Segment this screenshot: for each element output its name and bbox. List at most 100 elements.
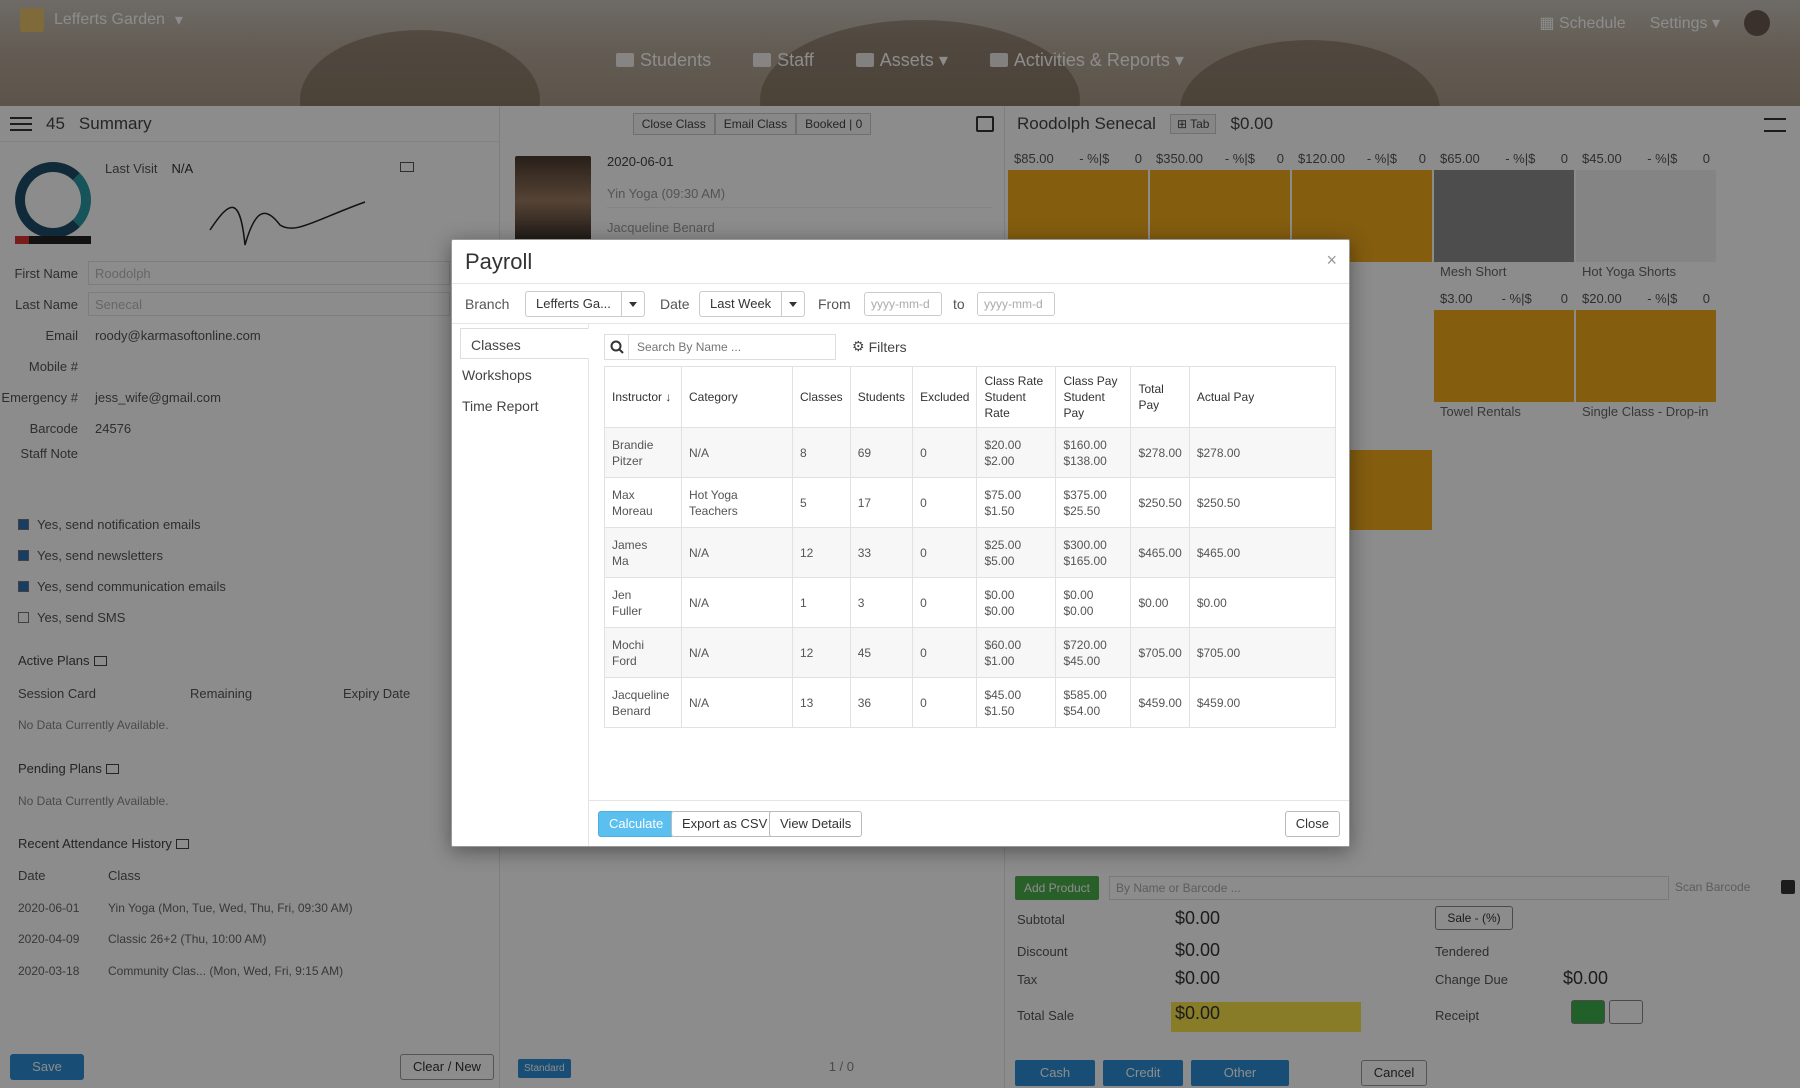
pay-cell: $375.00 $25.50 [1055, 477, 1132, 528]
branch-label: Branch [465, 296, 510, 312]
instructor-last: Moreau [612, 503, 653, 518]
pay-cell: $160.00 $138.00 [1055, 427, 1132, 478]
tab-classes[interactable]: Classes [460, 328, 589, 359]
instructor-cell: Brandie Pitzer [604, 427, 682, 478]
date-range-select[interactable]: Last Week [699, 291, 806, 317]
student-pay: $138.00 [1063, 453, 1107, 468]
excluded-cell: 0 [912, 577, 978, 628]
instructor-cell: Max Moreau [604, 477, 682, 528]
caret-down-icon [622, 292, 644, 316]
class-pay: $160.00 [1063, 437, 1107, 452]
excluded-cell: 0 [912, 477, 978, 528]
table-header-row: Instructor ↓ Category Classes Students E… [604, 366, 1337, 428]
students-cell: 17 [849, 477, 914, 528]
class-rate: $0.00 [984, 587, 1015, 602]
student-rate: $5.00 [984, 553, 1015, 568]
instructor-first: James [612, 537, 648, 552]
instructor-last: Fuller [612, 603, 643, 618]
actual-pay-cell: $705.00 [1188, 627, 1337, 678]
table-row[interactable]: Brandie Pitzer N/A 8 69 0 $20.00 $2.00 $16… [604, 427, 1337, 478]
student-rate: $0.00 [984, 603, 1015, 618]
excluded-cell: 0 [912, 627, 978, 678]
instructor-cell: Jacqueline Benard [604, 677, 682, 728]
payroll-modal: Payroll × Branch Lefferts Ga... Date Las… [451, 239, 1350, 847]
class-rate: $60.00 [984, 637, 1022, 652]
student-pay: $0.00 [1063, 603, 1094, 618]
view-details-button[interactable]: View Details [769, 811, 863, 837]
caret-down-icon [782, 292, 804, 316]
classes-cell: 8 [792, 427, 851, 478]
close-icon[interactable]: × [1326, 250, 1337, 271]
col-students[interactable]: Students [849, 366, 914, 428]
actual-pay-cell: $278.00 [1188, 427, 1337, 478]
classes-cell: 12 [792, 527, 851, 578]
col-class-pay[interactable]: Class Pay Student Pay [1055, 366, 1132, 428]
payroll-content: ⚙ Filters Instructor ↓ Category Classes … [589, 324, 1349, 846]
instructor-last: Pitzer [612, 453, 643, 468]
branch-select[interactable]: Lefferts Ga... [525, 291, 645, 317]
payroll-tabs: Classes Workshops Time Report [452, 324, 589, 846]
export-csv-button[interactable]: Export as CSV [671, 811, 779, 837]
category-cell: N/A [681, 627, 793, 678]
class-pay: $0.00 [1063, 587, 1094, 602]
total-pay-cell: $0.00 [1130, 577, 1190, 628]
students-cell: 3 [849, 577, 914, 628]
pay-cell: $720.00 $45.00 [1055, 627, 1132, 678]
table-row[interactable]: Jacqueline Benard N/A 13 36 0 $45.00 $1.50… [604, 677, 1337, 728]
close-button[interactable]: Close [1284, 811, 1340, 837]
student-pay: $54.00 [1063, 703, 1101, 718]
filters-label: Filters [868, 338, 907, 355]
col-classes[interactable]: Classes [792, 366, 851, 428]
table-row[interactable]: James Ma N/A 12 33 0 $25.00 $5.00 $300.00 $… [604, 527, 1337, 578]
student-rate: $2.00 [984, 453, 1015, 468]
to-label: to [953, 296, 965, 312]
instructor-first: Jen [612, 587, 632, 602]
excluded-cell: 0 [912, 677, 978, 728]
students-cell: 69 [849, 427, 914, 478]
filters-button[interactable]: ⚙ Filters [852, 338, 907, 355]
category-cell: Hot Yoga Teachers [681, 477, 793, 528]
payroll-filter-bar: Branch Lefferts Ga... Date Last Week Fro… [452, 284, 1349, 324]
col-instructor[interactable]: Instructor ↓ [604, 366, 682, 428]
class-rate: $20.00 [984, 437, 1022, 452]
modal-footer: Calculate Export as CSV View Details Clo… [589, 800, 1349, 846]
tab-workshops[interactable]: Workshops [452, 359, 588, 390]
instructor-last: Ma [612, 553, 629, 568]
instructor-cell: Mochi Ford [604, 627, 682, 678]
rate-cell: $60.00 $1.00 [976, 627, 1057, 678]
table-row[interactable]: Max Moreau Hot Yoga Teachers 5 17 0 $75.0… [604, 477, 1337, 528]
from-date-input[interactable]: yyyy-mm-d [864, 292, 942, 316]
classes-cell: 1 [792, 577, 851, 628]
table-row[interactable]: Jen Fuller N/A 1 3 0 $0.00 $0.00 $0.00 $0.0… [604, 577, 1337, 628]
actual-pay-cell: $465.00 [1188, 527, 1337, 578]
calculate-button[interactable]: Calculate [598, 811, 675, 837]
gear-icon: ⚙ [852, 338, 865, 354]
col-category[interactable]: Category [681, 366, 793, 428]
search-icon [605, 335, 629, 359]
col-class-rate[interactable]: Class Rate Student Rate [976, 366, 1057, 428]
instructor-last: Benard [612, 703, 651, 718]
instructor-cell: Jen Fuller [604, 577, 682, 628]
col-actual-pay[interactable]: Actual Pay [1188, 366, 1337, 428]
category-cell: N/A [681, 577, 793, 628]
classes-cell: 5 [792, 477, 851, 528]
payroll-table: Instructor ↓ Category Classes Students E… [604, 366, 1337, 728]
instructor-first: Mochi [612, 637, 645, 652]
student-rate: $1.50 [984, 503, 1015, 518]
total-pay-cell: $250.50 [1130, 477, 1190, 528]
table-row[interactable]: Mochi Ford N/A 12 45 0 $60.00 $1.00 $720.0… [604, 627, 1337, 678]
rate-cell: $25.00 $5.00 [976, 527, 1057, 578]
category-cell: N/A [681, 427, 793, 478]
from-label: From [818, 296, 851, 312]
col-excluded[interactable]: Excluded [912, 366, 978, 428]
class-pay: $585.00 [1063, 687, 1107, 702]
search-input[interactable] [629, 335, 835, 359]
total-pay-cell: $465.00 [1130, 527, 1190, 578]
col-total-pay[interactable]: Total Pay [1130, 366, 1190, 428]
to-date-input[interactable]: yyyy-mm-d [977, 292, 1055, 316]
excluded-cell: 0 [912, 527, 978, 578]
student-pay: $45.00 [1063, 653, 1101, 668]
rate-cell: $20.00 $2.00 [976, 427, 1057, 478]
classes-cell: 12 [792, 627, 851, 678]
tab-time-report[interactable]: Time Report [452, 390, 588, 421]
